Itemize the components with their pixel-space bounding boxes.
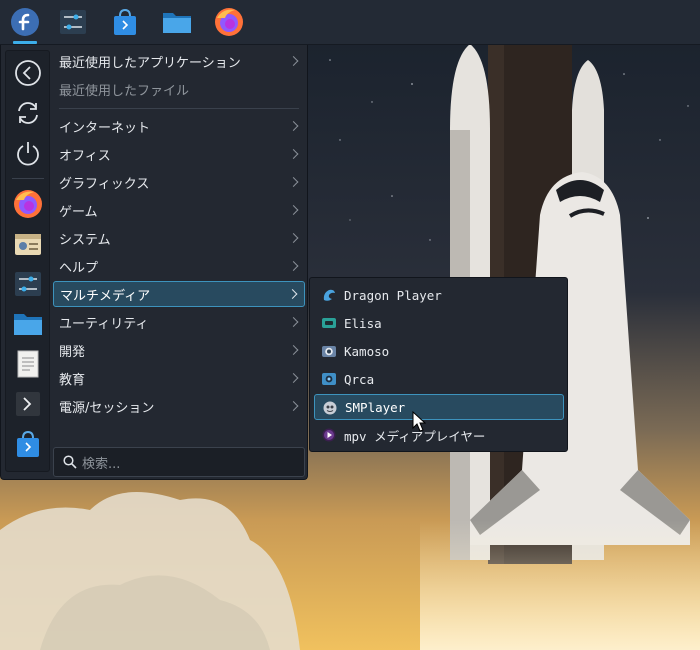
fedora-logo-icon xyxy=(11,8,39,36)
search-input[interactable]: 検索... xyxy=(53,447,305,477)
fav-system-settings[interactable] xyxy=(10,268,46,300)
menu-item-label: インターネット xyxy=(59,120,151,136)
submenu-item-label: Qrca xyxy=(344,371,375,387)
menu-category-help[interactable]: ヘルプ xyxy=(53,253,305,279)
fav-text-editor[interactable] xyxy=(10,348,46,380)
kamoso-icon xyxy=(322,346,336,357)
submenu-item-label: Dragon Player xyxy=(344,287,442,303)
menu-item-label: ゲーム xyxy=(59,204,98,220)
menu-item-label: オフィス xyxy=(59,148,111,164)
menu-category-internet[interactable]: インターネット xyxy=(53,113,305,139)
favorites-sidebar xyxy=(5,50,50,472)
menu-recent-applications[interactable]: 最近使用したアプリケーション xyxy=(53,48,305,74)
menu-item-label: ユーティリティ xyxy=(59,316,149,332)
restart-icon xyxy=(18,102,38,124)
top-panel xyxy=(0,0,700,45)
submenu-item-kamoso[interactable]: Kamoso xyxy=(314,338,564,364)
submenu-item-dragon-player[interactable]: Dragon Player xyxy=(314,282,564,308)
submenu-item-label: Kamoso xyxy=(344,343,390,359)
power-icon xyxy=(17,142,39,166)
menu-category-utilities[interactable]: ユーティリティ xyxy=(53,309,305,335)
chevron-right-icon xyxy=(288,121,299,131)
menu-category-power-session[interactable]: 電源/セッション xyxy=(53,393,305,419)
menu-category-games[interactable]: ゲーム xyxy=(53,197,305,223)
menu-item-label: 最近使用したアプリケーション xyxy=(59,55,241,71)
menu-item-label: ヘルプ xyxy=(59,260,99,276)
menu-item-label: システム xyxy=(59,232,111,248)
menu-category-development[interactable]: 開発 xyxy=(53,337,305,363)
chevron-right-icon xyxy=(288,345,299,355)
menu-category-multimedia[interactable]: マルチメディア xyxy=(53,281,305,307)
elisa-icon xyxy=(322,318,336,328)
chevron-right-icon xyxy=(288,177,299,187)
menu-separator xyxy=(59,108,299,109)
software-store-bag-icon xyxy=(17,430,39,457)
favorites-separator xyxy=(12,178,44,179)
folder-icon xyxy=(14,314,42,335)
chevron-right-icon xyxy=(288,317,299,327)
submenu-item-qrca[interactable]: Qrca xyxy=(314,366,564,392)
menu-item-label: グラフィックス xyxy=(59,176,150,192)
settings-sliders-icon xyxy=(60,10,86,34)
chevron-right-icon xyxy=(288,56,299,66)
shutdown-button[interactable] xyxy=(10,137,46,169)
chevron-right-icon xyxy=(288,205,299,215)
folder-icon xyxy=(163,13,191,33)
chevron-right-icon xyxy=(288,373,299,383)
application-launcher-menu: 最近使用したアプリケーション 最近使用したファイル インターネット オフィス グ… xyxy=(0,45,308,480)
app-launcher-button[interactable] xyxy=(7,4,43,44)
qrca-icon xyxy=(322,373,336,385)
chevron-right-icon xyxy=(287,289,298,299)
menu-recent-files: 最近使用したファイル xyxy=(53,76,305,102)
discover-button[interactable] xyxy=(107,4,143,40)
fav-discover[interactable] xyxy=(10,428,46,460)
fav-firefox[interactable] xyxy=(10,188,46,220)
chevron-right-icon xyxy=(288,233,299,243)
document-icon xyxy=(17,350,39,378)
settings-sliders-icon xyxy=(15,272,41,296)
search-placeholder: 検索... xyxy=(82,456,121,472)
menu-item-label: 電源/セッション xyxy=(59,400,155,416)
menu-category-graphics[interactable]: グラフィックス xyxy=(53,169,305,195)
settings-app-icon xyxy=(15,234,41,255)
submenu-item-label: Elisa xyxy=(344,315,382,331)
submenu-item-elisa[interactable]: Elisa xyxy=(314,310,564,336)
search-icon xyxy=(63,455,77,469)
chevron-right-icon xyxy=(288,149,299,159)
terminal-icon xyxy=(16,392,40,416)
leave-arrow-icon xyxy=(15,60,41,86)
menu-item-label: 教育 xyxy=(59,372,86,388)
fav-files[interactable] xyxy=(10,308,46,340)
menu-item-label: マルチメディア xyxy=(60,288,151,304)
chevron-right-icon xyxy=(288,261,299,271)
submenu-item-label: SMPlayer xyxy=(345,399,406,415)
firefox-icon xyxy=(14,190,42,218)
firefox-button[interactable] xyxy=(211,4,247,40)
menu-category-office[interactable]: オフィス xyxy=(53,141,305,167)
firefox-icon xyxy=(215,8,243,36)
mouse-pointer-icon xyxy=(412,411,426,432)
file-manager-button[interactable] xyxy=(159,4,195,40)
restart-button[interactable] xyxy=(10,97,46,129)
menu-item-label: 最近使用したファイル xyxy=(59,83,190,99)
submenu-item-mpv[interactable]: mpv メディアプレイヤー xyxy=(314,422,564,448)
chevron-right-icon xyxy=(288,401,299,411)
mpv-icon xyxy=(322,428,336,442)
menu-category-system[interactable]: システム xyxy=(53,225,305,251)
submenu-item-smplayer[interactable]: SMPlayer xyxy=(314,394,564,420)
dragon-player-icon xyxy=(323,289,335,301)
smplayer-icon xyxy=(323,401,337,415)
system-settings-button[interactable] xyxy=(55,4,91,40)
fav-terminal[interactable] xyxy=(10,388,46,420)
fav-settings-app[interactable] xyxy=(10,228,46,260)
software-store-bag-icon xyxy=(114,8,136,35)
menu-category-education[interactable]: 教育 xyxy=(53,365,305,391)
menu-item-label: 開発 xyxy=(59,344,86,360)
multimedia-submenu: Dragon Player Elisa Kamoso Qrca SMPlayer… xyxy=(309,277,568,452)
leave-button[interactable] xyxy=(10,57,46,89)
